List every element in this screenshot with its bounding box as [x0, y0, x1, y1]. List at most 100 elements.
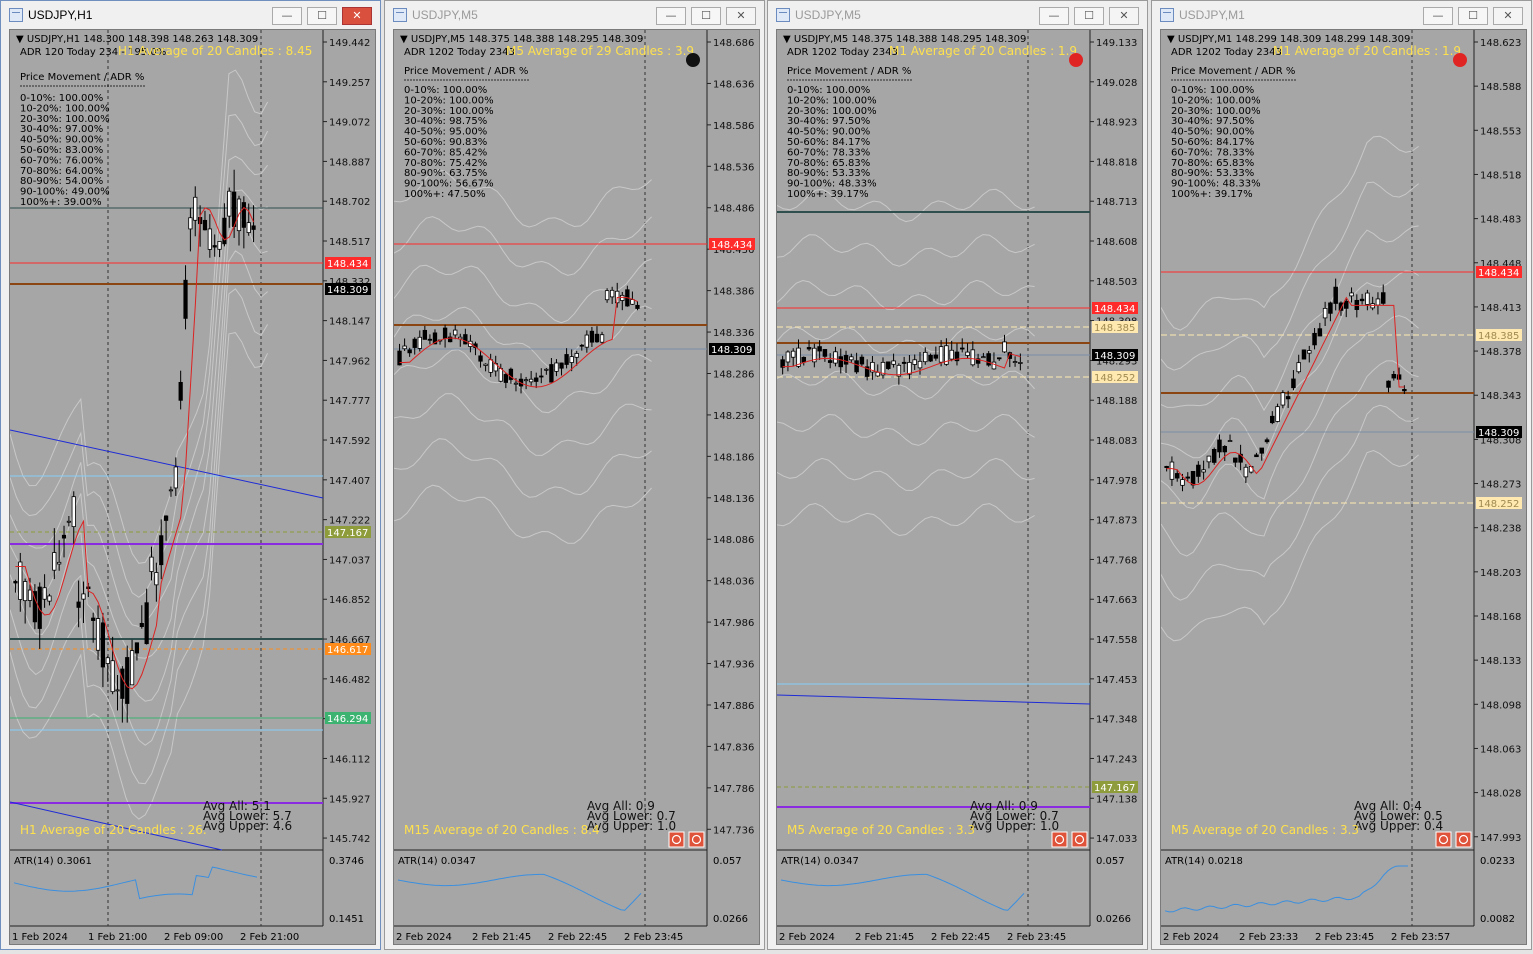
- price-axis-label: 147.348: [1096, 715, 1137, 726]
- maximize-button[interactable]: ☐: [1458, 7, 1488, 25]
- calendar-icon[interactable]: [1435, 831, 1452, 848]
- price-axis-label: 147.777: [329, 396, 370, 407]
- price-tag-red: 148.434: [325, 257, 371, 270]
- calendar-icon[interactable]: [668, 831, 685, 848]
- close-button[interactable]: ✕: [342, 7, 372, 25]
- atr-axis-min: 0.1451: [329, 914, 364, 925]
- alert-icon[interactable]: [1071, 831, 1088, 848]
- price-tag-red: 148.434: [1092, 302, 1138, 315]
- price-axis-label: 148.133: [1480, 656, 1521, 667]
- price-movement-row: 50-60%: 84.17%: [787, 137, 870, 148]
- price-movement-row: 0-10%: 100.00%: [1171, 85, 1254, 96]
- price-axis-label: 148.273: [1480, 480, 1521, 491]
- window-titlebar[interactable]: USDJPY,H1 — ☐ ✕: [1, 1, 380, 29]
- chart-canvas[interactable]: ▼ USDJPY,M5 148.375 148.388 148.295 148.…: [777, 30, 1144, 948]
- price-axis-label: 147.962: [329, 356, 370, 367]
- chart-canvas[interactable]: ▼ USDJPY,M5 148.375 148.388 148.295 148.…: [394, 30, 761, 948]
- window-titlebar[interactable]: USDJPY,M5 — ☐ ✕: [768, 1, 1147, 29]
- time-axis-label: 2 Feb 23:45: [1315, 932, 1374, 943]
- price-chart[interactable]: ▼ USDJPY,M5 148.375 148.388 148.295 148.…: [393, 29, 760, 945]
- price-movement-row: 80-90%: 63.75%: [404, 168, 487, 179]
- bottom-average-label: M5 Average of 20 Candles : 3.3: [787, 823, 975, 837]
- adr-readout: ADR 1202 Today 2343: [404, 47, 515, 58]
- chart-window-icon: [9, 8, 23, 22]
- time-axis-label: 2 Feb 23:45: [1007, 932, 1066, 943]
- time-axis-label: 2 Feb 23:57: [1391, 932, 1450, 943]
- top-average-label: H1 Average of 20 Candles : 8.45: [118, 44, 312, 58]
- price-axis-label: 148.086: [713, 535, 754, 546]
- close-button[interactable]: ✕: [726, 7, 756, 25]
- price-axis-label: 149.072: [329, 118, 370, 129]
- price-axis-label: 149.028: [1096, 78, 1137, 89]
- price-tag-red: 148.434: [709, 238, 755, 251]
- close-button[interactable]: ✕: [1493, 7, 1523, 25]
- price-axis-label: 148.028: [1480, 789, 1521, 800]
- svg-text:146.617: 146.617: [327, 645, 368, 656]
- time-axis-label: 2 Feb 21:00: [240, 932, 299, 943]
- chart-window-1[interactable]: USDJPY,H1 — ☐ ✕ ▼ USDJPY,H1 148.300 148.398 …: [0, 0, 381, 950]
- price-movement-row: 80-90%: 53.33%: [787, 168, 870, 179]
- minimize-button[interactable]: —: [1039, 7, 1069, 25]
- price-movement-row: 100%+: 39.17%: [1171, 189, 1253, 200]
- window-title: USDJPY,M5: [412, 8, 478, 22]
- price-movement-row: 0-10%: 100.00%: [20, 93, 103, 104]
- window-title: USDJPY,M5: [795, 8, 861, 22]
- svg-text:148.434: 148.434: [1094, 304, 1135, 315]
- price-movement-row: 20-30%: 100.00%: [787, 106, 877, 117]
- price-movement-row: 40-50%: 90.00%: [787, 127, 870, 138]
- price-chart[interactable]: ▼ USDJPY,M1 148.299 148.309 148.299 148.…: [1160, 29, 1527, 945]
- price-axis-label: 148.413: [1480, 303, 1521, 314]
- price-axis-label: 147.453: [1096, 675, 1137, 686]
- alert-icon[interactable]: [688, 831, 705, 848]
- minimize-button[interactable]: —: [1423, 7, 1453, 25]
- price-tag-orange: 146.617: [325, 643, 371, 656]
- price-movement-row: 30-40%: 97.00%: [20, 124, 103, 135]
- minimize-button[interactable]: —: [656, 7, 686, 25]
- price-axis-label: 148.168: [1480, 612, 1521, 623]
- price-movement-row: 60-70%: 85.42%: [404, 147, 487, 158]
- price-movement-row: 30-40%: 98.75%: [404, 116, 487, 127]
- price-movement-row: 10-20%: 100.00%: [20, 103, 110, 114]
- price-movement-title: Price Movement / ADR %: [404, 66, 528, 77]
- svg-text:148.434: 148.434: [327, 259, 368, 270]
- price-axis-label: 147.407: [329, 476, 370, 487]
- chart-window-2[interactable]: USDJPY,M5 — ☐ ✕ ▼ USDJPY,M5 148.375 148.388 …: [384, 0, 765, 950]
- price-axis-label: 148.623: [1480, 38, 1521, 49]
- adr-readout: ADR 1202 Today 2343: [1171, 47, 1282, 58]
- price-axis-label: 148.636: [713, 79, 754, 90]
- maximize-button[interactable]: ☐: [691, 7, 721, 25]
- window-title: USDJPY,M1: [1179, 8, 1245, 22]
- minimize-button[interactable]: —: [272, 7, 302, 25]
- time-axis-label: 2 Feb 09:00: [164, 932, 223, 943]
- window-titlebar[interactable]: USDJPY,M5 — ☐ ✕: [385, 1, 764, 29]
- atr-label: ATR(14) 0.0218: [1165, 856, 1243, 867]
- price-axis-label: 147.836: [713, 742, 754, 753]
- avg-stat: Avg Upper: 1.0: [970, 819, 1059, 833]
- price-chart[interactable]: ▼ USDJPY,H1 148.300 148.398 148.263 148.…: [9, 29, 376, 945]
- maximize-button[interactable]: ☐: [1074, 7, 1104, 25]
- chart-window-3[interactable]: USDJPY,M5 — ☐ ✕ ▼ USDJPY,M5 148.375 148.388 …: [767, 0, 1148, 950]
- chart-canvas[interactable]: ▼ USDJPY,H1 148.300 148.398 148.263 148.…: [10, 30, 377, 948]
- price-movement-title: Price Movement / ADR %: [20, 72, 144, 83]
- price-axis-label: 145.742: [329, 834, 370, 845]
- close-button[interactable]: ✕: [1109, 7, 1139, 25]
- alert-icon[interactable]: [1455, 831, 1472, 848]
- price-movement-row: 60-70%: 78.33%: [787, 147, 870, 158]
- calendar-icon[interactable]: [1051, 831, 1068, 848]
- price-movement-row: 100%+: 47.50%: [404, 189, 486, 200]
- price-movement-row: 100%+: 39.00%: [20, 197, 102, 208]
- window-titlebar[interactable]: USDJPY,M1 — ☐ ✕: [1152, 1, 1531, 29]
- chart-window-icon: [393, 8, 407, 22]
- maximize-button[interactable]: ☐: [307, 7, 337, 25]
- price-movement-row: 20-30%: 100.00%: [1171, 106, 1261, 117]
- price-axis-label: 148.483: [1480, 215, 1521, 226]
- atr-axis-max: 0.057: [1096, 856, 1125, 867]
- bottom-average-label: M5 Average of 20 Candles : 3.3: [1171, 823, 1359, 837]
- chart-window-4[interactable]: USDJPY,M1 — ☐ ✕ ▼ USDJPY,M1 148.299 148.309 …: [1151, 0, 1532, 950]
- price-axis-label: 147.037: [329, 555, 370, 566]
- price-chart[interactable]: ▼ USDJPY,M5 148.375 148.388 148.295 148.…: [776, 29, 1143, 945]
- bottom-average-label: M15 Average of 20 Candles : 8.4: [404, 823, 600, 837]
- chart-canvas[interactable]: ▼ USDJPY,M1 148.299 148.309 148.299 148.…: [1161, 30, 1528, 948]
- price-axis-label: 148.586: [713, 121, 754, 132]
- svg-text:148.434: 148.434: [711, 240, 752, 251]
